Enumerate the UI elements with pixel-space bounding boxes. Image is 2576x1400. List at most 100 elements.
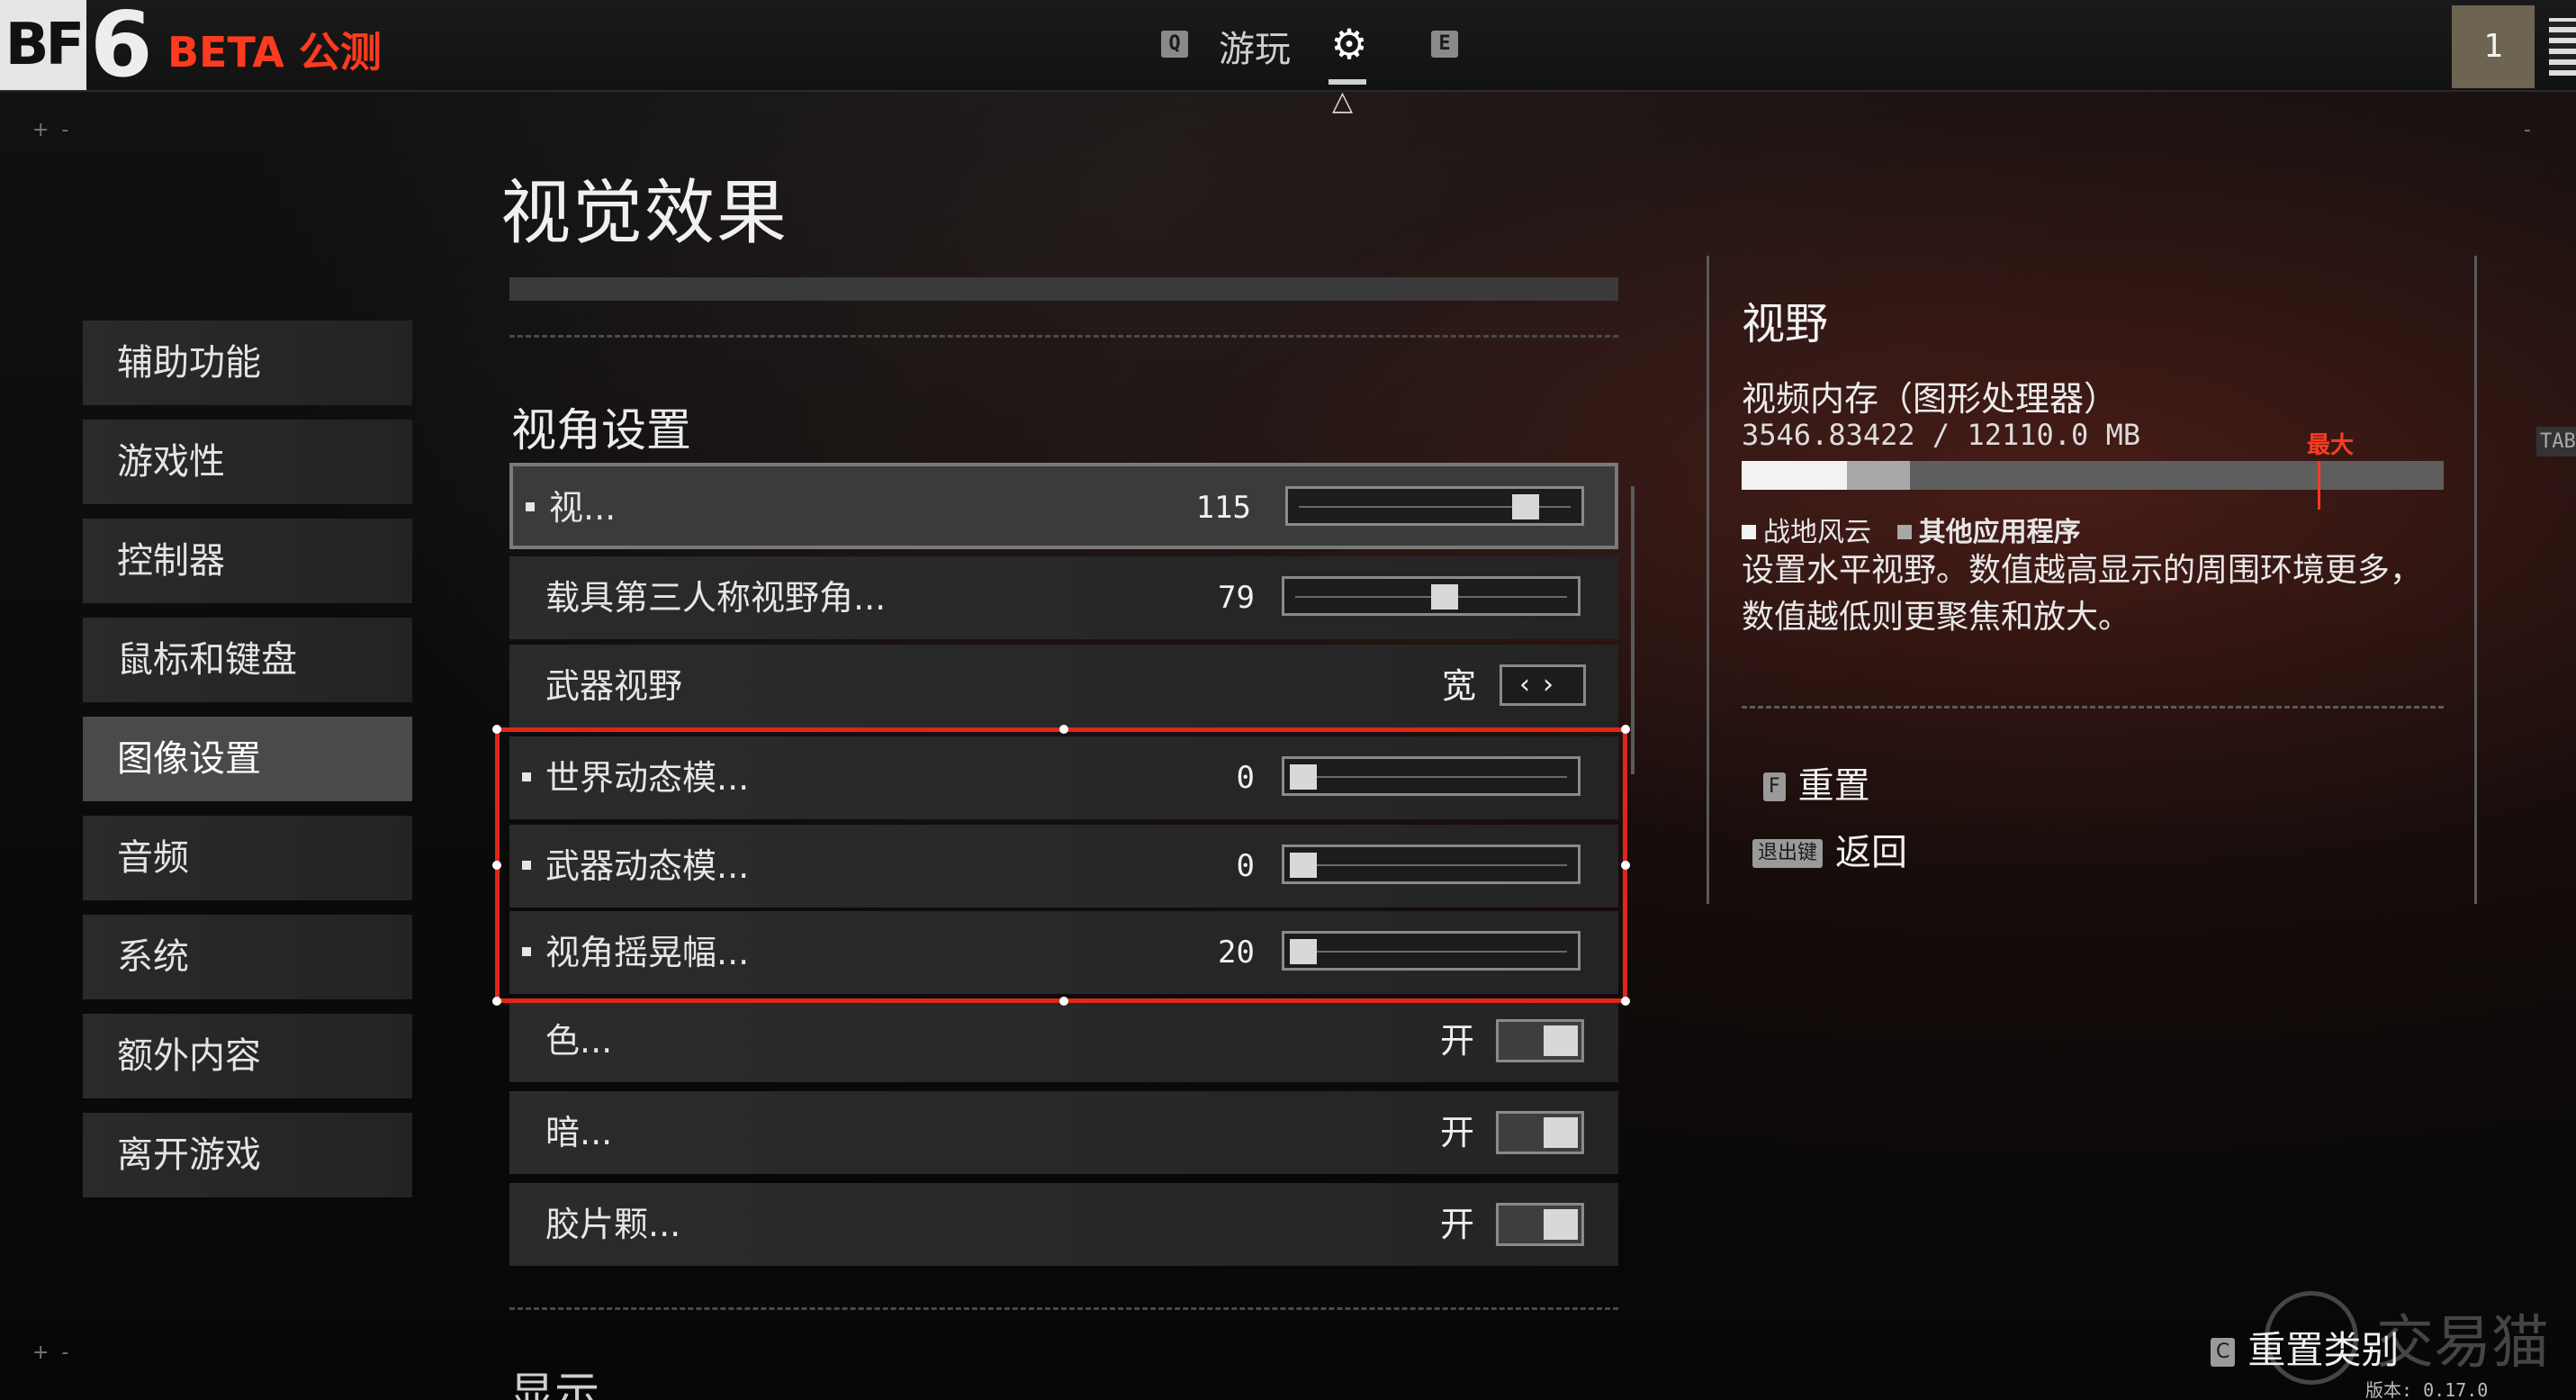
handle-dot [1059, 997, 1068, 1006]
settings-gear-icon[interactable]: ⚙ [1327, 20, 1372, 68]
chevron-left-icon[interactable]: ‹ [1519, 669, 1543, 700]
sidebar-item-graphics[interactable]: 图像设置 [83, 717, 412, 801]
sidebar-item-gameplay[interactable]: 游戏性 [83, 420, 412, 504]
version-label: 版本: 0.17.0 [2365, 1379, 2489, 1400]
caret-up-icon: △ [1332, 86, 1354, 117]
nav-right-key-icon[interactable]: E [1431, 31, 1458, 58]
watermark-text: 交易猫 [2376, 1310, 2549, 1377]
option-selector[interactable]: ‹› [1500, 664, 1586, 706]
setting-value: 开 [1440, 1205, 1475, 1244]
setting-label: 暗... [545, 1113, 613, 1152]
handle-dot [492, 725, 501, 734]
reset-category-key-icon: C [2211, 1338, 2236, 1367]
fov-slider[interactable] [1285, 486, 1584, 526]
profile-icon[interactable] [2549, 18, 2576, 76]
setting-row-film-grain[interactable]: 胶片颗... 开 [509, 1183, 1618, 1266]
previous-row-strip [509, 277, 1618, 301]
setting-row-fov[interactable]: 视... 115 [509, 463, 1618, 549]
bf-logo-number: 6 [90, 0, 153, 97]
nav-left-key-icon[interactable]: Q [1161, 31, 1188, 58]
setting-row-chromatic[interactable]: 色... 开 [509, 999, 1618, 1082]
toggle-knob [1544, 1025, 1578, 1056]
corner-plus-icon: + - [32, 119, 69, 141]
handle-dot [1621, 725, 1630, 734]
setting-row-vignette[interactable]: 暗... 开 [509, 1091, 1618, 1174]
handle-dot [1621, 861, 1630, 870]
nav-tab-play[interactable]: 游玩 [1219, 20, 1291, 72]
corner-minus-icon: - [2524, 119, 2531, 141]
reset-key-icon: F [1763, 772, 1786, 801]
bf-logo: BF [0, 0, 86, 90]
info-description: 设置水平视野。数值越高显示的周围环境更多，数值越低则更聚焦和放大。 [1742, 552, 2423, 636]
setting-label: 武器视野 [545, 666, 683, 706]
vram-label: 视频内存（图形处理器） [1742, 379, 2119, 419]
toggle-knob [1544, 1209, 1578, 1240]
vram-other-fill [1847, 461, 1911, 490]
back-label: 返回 [1835, 832, 1908, 873]
film-grain-toggle[interactable] [1496, 1203, 1584, 1246]
handle-dot [492, 861, 501, 870]
legend-swatch [1896, 525, 1912, 539]
page-title: 视觉效果 [500, 173, 789, 254]
setting-label: 胶片颗... [545, 1205, 681, 1244]
annotation-highlight-box [492, 725, 1630, 1006]
sidebar-item-quit-game[interactable]: 离开游戏 [83, 1113, 412, 1197]
reset-label: 重置 [1797, 765, 1870, 807]
corner-plus-icon: + - [32, 1341, 69, 1364]
sidebar-item-accessibility[interactable]: 辅助功能 [83, 321, 412, 405]
setting-row-weapon-fov[interactable]: 武器视野 宽 ‹› [509, 645, 1618, 727]
setting-value: 宽 [1442, 666, 1477, 706]
setting-value: 115 [1195, 490, 1251, 526]
vehicle-fov-slider[interactable] [1282, 576, 1581, 616]
handle-dot [1621, 997, 1630, 1006]
toggle-knob [1544, 1117, 1578, 1148]
setting-label: 视... [549, 488, 617, 528]
vram-usage-bar [1742, 461, 2444, 490]
slider-thumb[interactable] [1431, 584, 1459, 610]
setting-value: 开 [1440, 1113, 1475, 1152]
next-section-title: 显示 [509, 1368, 599, 1400]
legend-other: 其他应用程序 [1918, 517, 2081, 548]
handle-dot [492, 997, 501, 1006]
scrollbar[interactable] [1631, 486, 1635, 774]
section-title: 视角设置 [511, 404, 691, 456]
sidebar-item-controller[interactable]: 控制器 [83, 519, 412, 603]
settings-category-sidebar: 辅助功能 游戏性 控制器 鼠标和键盘 图像设置 音频 系统 额外内容 离开游戏 [83, 321, 412, 1212]
chromatic-toggle[interactable] [1496, 1019, 1584, 1062]
game-settings-screen: BF 6 BETA 公测 Q 游玩 ⚙ E 1 △ + - + - - 视觉效果… [0, 0, 2576, 1400]
active-tab-indicator [1329, 79, 1366, 85]
vram-legend: 战地风云 其他应用程序 [1742, 510, 2081, 549]
vram-max-marker [2317, 461, 2320, 510]
tab-key-icon[interactable]: TAB [2536, 427, 2576, 456]
row-bullet-icon [526, 502, 535, 511]
info-title: 视野 [1742, 299, 1829, 349]
setting-info-panel: 视野 视频内存（图形处理器） 3546.83422 / 12110.0 MB 最… [1707, 256, 2477, 904]
legend-swatch [1742, 525, 1756, 539]
slider-thumb[interactable] [1512, 494, 1540, 519]
setting-label: 色... [545, 1021, 613, 1061]
reset-button[interactable]: F 重置 [1763, 756, 1870, 808]
escape-key-icon: 退出键 [1752, 839, 1824, 868]
vram-bf-fill [1742, 461, 1847, 490]
chevron-right-icon[interactable]: › [1543, 669, 1566, 700]
setting-row-vehicle-fov[interactable]: 载具第三人称视野角... 79 [509, 556, 1618, 639]
party-count-badge[interactable]: 1 [2452, 5, 2535, 88]
sidebar-item-audio[interactable]: 音频 [83, 816, 412, 900]
setting-value: 79 [1218, 580, 1255, 616]
vram-value: 3546.83422 / 12110.0 MB [1742, 418, 2141, 452]
back-button[interactable]: 退出键 返回 [1752, 823, 1907, 875]
setting-label: 载具第三人称视野角... [545, 578, 887, 618]
reset-category-label: 重置类别 [2247, 1328, 2400, 1372]
legend-bf: 战地风云 [1763, 517, 1871, 548]
section-divider [509, 1307, 1618, 1310]
sidebar-item-mouse-keyboard[interactable]: 鼠标和键盘 [83, 618, 412, 702]
vram-max-label: 最大 [2307, 432, 2355, 459]
handle-dot [1059, 725, 1068, 734]
vignette-toggle[interactable] [1496, 1111, 1584, 1154]
reset-category-button[interactable]: C 重置类别 [2211, 1320, 2399, 1375]
setting-value: 开 [1440, 1021, 1475, 1061]
info-divider [1742, 706, 2444, 709]
sidebar-item-extra-content[interactable]: 额外内容 [83, 1014, 412, 1098]
sidebar-item-system[interactable]: 系统 [83, 915, 412, 999]
top-bar: BF 6 BETA 公测 Q 游玩 ⚙ E 1 [0, 0, 2576, 92]
